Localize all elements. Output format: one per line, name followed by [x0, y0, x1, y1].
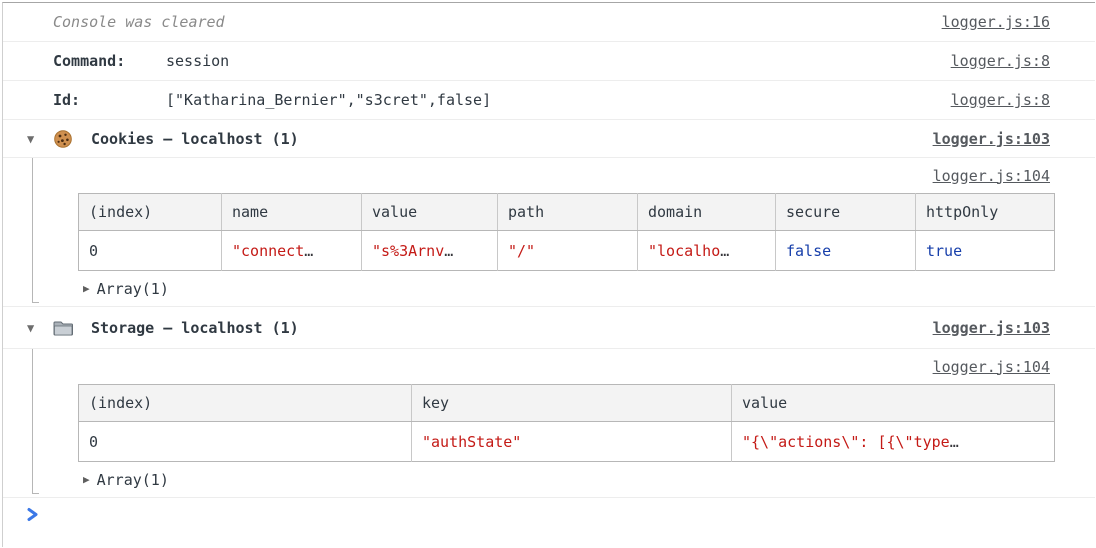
collapse-triangle-icon[interactable]: ▼	[27, 321, 41, 335]
expand-triangle-icon[interactable]: ▶	[83, 282, 90, 295]
source-link[interactable]: logger.js:8	[951, 91, 1050, 109]
source-link[interactable]: logger.js:16	[942, 13, 1050, 31]
cell-index: 0	[79, 422, 412, 462]
storage-group-body: logger.js:104 (index) key value 0 "authS…	[3, 349, 1095, 498]
column-header[interactable]: key	[412, 385, 732, 422]
table-header-row: (index) key value	[79, 385, 1055, 422]
column-header[interactable]: secure	[776, 194, 916, 231]
column-header[interactable]: path	[498, 194, 638, 231]
storage-group-title: Storage – localhost (1)	[91, 319, 299, 337]
source-link[interactable]: logger.js:104	[933, 167, 1050, 185]
table-row: 0 "connect… "s%3Arnv… "/" "localho… fals…	[79, 231, 1055, 271]
cell-httponly: true	[916, 231, 1055, 271]
cookies-group-header[interactable]: ▼ Cookies – localhost (1) logger.js:103	[3, 120, 1095, 158]
folder-icon	[53, 318, 73, 338]
column-header[interactable]: name	[222, 194, 362, 231]
source-link[interactable]: logger.js:103	[933, 319, 1050, 337]
cookies-group-title: Cookies – localhost (1)	[91, 130, 299, 148]
table-row: 0 "authState" "{\"actions\": [{\"type…	[79, 422, 1055, 462]
source-link[interactable]: logger.js:104	[933, 358, 1050, 376]
cell-index: 0	[79, 231, 222, 271]
console-cleared-text: Console was cleared	[53, 13, 225, 31]
cell-value: "s%3Arnv…	[362, 231, 498, 271]
column-header[interactable]: httpOnly	[916, 194, 1055, 231]
console-prompt[interactable]	[3, 498, 1095, 547]
column-header[interactable]: (index)	[79, 194, 222, 231]
indent-guide	[32, 158, 39, 303]
source-link[interactable]: logger.js:8	[951, 52, 1050, 70]
array-label: Array(1)	[97, 280, 169, 298]
column-header[interactable]: value	[362, 194, 498, 231]
column-header[interactable]: value	[732, 385, 1055, 422]
column-header[interactable]: (index)	[79, 385, 412, 422]
cell-name: "connect…	[222, 231, 362, 271]
console-message-command: Command: session logger.js:8	[3, 42, 1095, 81]
cell-domain: "localho…	[638, 231, 776, 271]
truncation-ellipsis: …	[444, 242, 453, 260]
storage-table-source-row: logger.js:104	[3, 349, 1095, 384]
table-header-row: (index) name value path domain secure ht…	[79, 194, 1055, 231]
cell-key: "authState"	[412, 422, 732, 462]
cookies-array-expander[interactable]: ▶ Array(1)	[3, 271, 1095, 306]
truncation-ellipsis: …	[304, 242, 313, 260]
cell-path: "/"	[498, 231, 638, 271]
command-label: Command:	[53, 52, 166, 70]
cookies-group-body: logger.js:104 (index) name value path do…	[3, 158, 1095, 307]
storage-group-header[interactable]: ▼ Storage – localhost (1) logger.js:103	[3, 307, 1095, 349]
devtools-console: Console was cleared logger.js:16 Command…	[2, 2, 1095, 547]
cell-secure: false	[776, 231, 916, 271]
console-message-id: Id: ["Katharina_Bernier","s3cret",false]…	[3, 81, 1095, 120]
prompt-chevron-icon	[25, 507, 40, 522]
indent-guide	[32, 349, 39, 494]
cookies-table: (index) name value path domain secure ht…	[78, 193, 1055, 271]
source-link[interactable]: logger.js:103	[933, 130, 1050, 148]
storage-array-expander[interactable]: ▶ Array(1)	[3, 462, 1095, 497]
cell-value: "{\"actions\": [{\"type…	[732, 422, 1055, 462]
expand-triangle-icon[interactable]: ▶	[83, 473, 90, 486]
command-value: session	[166, 52, 229, 70]
truncation-ellipsis: …	[950, 433, 959, 451]
truncation-ellipsis: …	[720, 242, 729, 260]
cookies-table-source-row: logger.js:104	[3, 158, 1095, 193]
array-label: Array(1)	[97, 471, 169, 489]
collapse-triangle-icon[interactable]: ▼	[27, 132, 41, 146]
id-label: Id:	[53, 91, 166, 109]
console-message-cleared: Console was cleared logger.js:16	[3, 3, 1095, 42]
column-header[interactable]: domain	[638, 194, 776, 231]
storage-table: (index) key value 0 "authState" "{\"acti…	[78, 384, 1055, 462]
cookie-icon	[53, 129, 73, 149]
id-value: ["Katharina_Bernier","s3cret",false]	[166, 91, 491, 109]
